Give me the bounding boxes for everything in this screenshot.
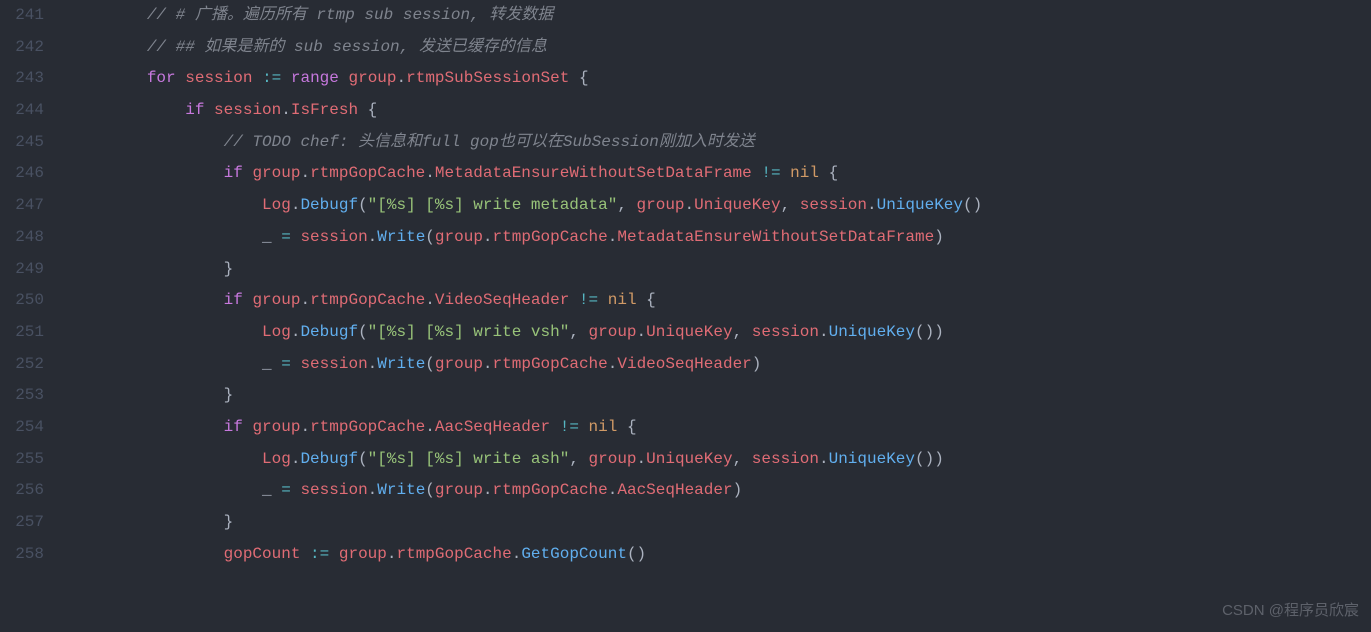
line-number: 253	[0, 380, 44, 412]
code-text: }	[70, 386, 233, 404]
code-text: // ## 如果是新的 sub session, 发送已缓存的信息	[70, 38, 547, 56]
code-line[interactable]: // ## 如果是新的 sub session, 发送已缓存的信息	[70, 32, 1371, 64]
code-text: _ = session.Write(group.rtmpGopCache.Met…	[70, 228, 944, 246]
code-text: Log.Debugf("[%s] [%s] write metadata", g…	[70, 196, 982, 214]
line-number: 254	[0, 412, 44, 444]
line-number: 252	[0, 349, 44, 381]
code-line[interactable]: Log.Debugf("[%s] [%s] write vsh", group.…	[70, 317, 1371, 349]
line-number: 242	[0, 32, 44, 64]
line-number: 248	[0, 222, 44, 254]
code-line[interactable]: _ = session.Write(group.rtmpGopCache.Met…	[70, 222, 1371, 254]
code-text: Log.Debugf("[%s] [%s] write ash", group.…	[70, 450, 944, 468]
line-number: 241	[0, 0, 44, 32]
code-text: Log.Debugf("[%s] [%s] write vsh", group.…	[70, 323, 944, 341]
code-line[interactable]: // TODO chef: 头信息和full gop也可以在SubSession…	[70, 127, 1371, 159]
code-text: gopCount := group.rtmpGopCache.GetGopCou…	[70, 545, 646, 563]
code-line[interactable]: _ = session.Write(group.rtmpGopCache.Aac…	[70, 475, 1371, 507]
code-editor[interactable]: 2412422432442452462472482492502512522532…	[0, 0, 1371, 570]
code-line[interactable]: }	[70, 507, 1371, 539]
line-number: 257	[0, 507, 44, 539]
code-text: _ = session.Write(group.rtmpGopCache.Vid…	[70, 355, 761, 373]
code-line[interactable]: Log.Debugf("[%s] [%s] write metadata", g…	[70, 190, 1371, 222]
line-number: 249	[0, 254, 44, 286]
code-text: // # 广播。遍历所有 rtmp sub session, 转发数据	[70, 6, 553, 24]
line-number: 246	[0, 158, 44, 190]
code-text: if group.rtmpGopCache.MetadataEnsureWith…	[70, 164, 838, 182]
code-text: for session := range group.rtmpSubSessio…	[70, 69, 589, 87]
code-text: _ = session.Write(group.rtmpGopCache.Aac…	[70, 481, 742, 499]
line-number-gutter: 2412422432442452462472482492502512522532…	[0, 0, 70, 570]
line-number: 255	[0, 444, 44, 476]
code-line[interactable]: gopCount := group.rtmpGopCache.GetGopCou…	[70, 539, 1371, 571]
code-line[interactable]: }	[70, 380, 1371, 412]
code-area[interactable]: // # 广播。遍历所有 rtmp sub session, 转发数据 // #…	[70, 0, 1371, 570]
code-line[interactable]: if group.rtmpGopCache.AacSeqHeader != ni…	[70, 412, 1371, 444]
code-line[interactable]: _ = session.Write(group.rtmpGopCache.Vid…	[70, 349, 1371, 381]
line-number: 250	[0, 285, 44, 317]
code-text: if group.rtmpGopCache.VideoSeqHeader != …	[70, 291, 656, 309]
code-line[interactable]: // # 广播。遍历所有 rtmp sub session, 转发数据	[70, 0, 1371, 32]
line-number: 258	[0, 539, 44, 571]
code-text: }	[70, 260, 233, 278]
line-number: 245	[0, 127, 44, 159]
code-line[interactable]: if group.rtmpGopCache.MetadataEnsureWith…	[70, 158, 1371, 190]
code-line[interactable]: for session := range group.rtmpSubSessio…	[70, 63, 1371, 95]
code-text: // TODO chef: 头信息和full gop也可以在SubSession…	[70, 133, 755, 151]
code-text: if session.IsFresh {	[70, 101, 377, 119]
line-number: 251	[0, 317, 44, 349]
code-line[interactable]: if session.IsFresh {	[70, 95, 1371, 127]
line-number: 256	[0, 475, 44, 507]
code-line[interactable]: Log.Debugf("[%s] [%s] write ash", group.…	[70, 444, 1371, 476]
code-text: }	[70, 513, 233, 531]
code-line[interactable]: if group.rtmpGopCache.VideoSeqHeader != …	[70, 285, 1371, 317]
line-number: 244	[0, 95, 44, 127]
line-number: 243	[0, 63, 44, 95]
code-line[interactable]: }	[70, 254, 1371, 286]
code-text: if group.rtmpGopCache.AacSeqHeader != ni…	[70, 418, 637, 436]
watermark: CSDN @程序员欣宸	[1222, 596, 1359, 626]
line-number: 247	[0, 190, 44, 222]
